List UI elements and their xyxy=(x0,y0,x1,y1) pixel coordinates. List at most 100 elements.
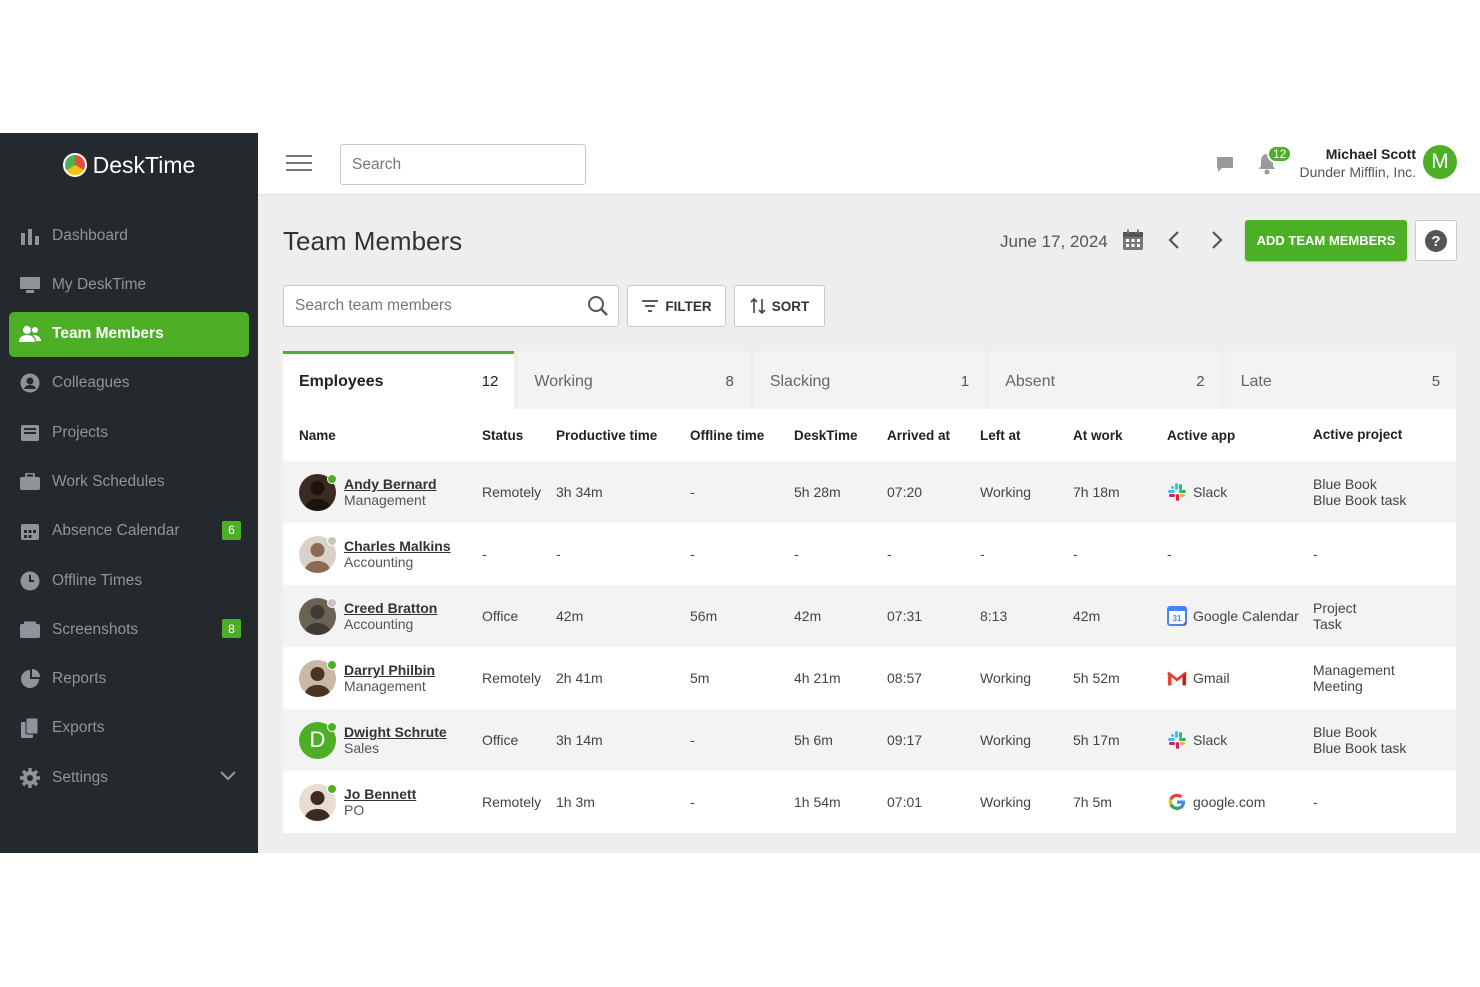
sidebar-item-label: Settings xyxy=(52,768,109,786)
online-status-dot xyxy=(327,783,337,794)
member-name-link[interactable]: Jo Bennett xyxy=(344,786,416,802)
table-row[interactable]: Charles Malkins Accounting - - - - - - - - - xyxy=(283,523,1456,585)
table-row[interactable]: Jo Bennett PO Remotely 1h 3m - 1h 54m 07:01 Wor… xyxy=(283,771,1456,833)
left-at-cell: Working xyxy=(980,484,1032,500)
member-name-link[interactable]: Darryl Philbin xyxy=(344,662,435,678)
offline-time-cell: 56m xyxy=(690,608,718,624)
active-app-cell: 31 Google Calendar xyxy=(1167,606,1313,626)
active-app-cell: Slack xyxy=(1167,482,1313,502)
at-work-cell: 7h 5m xyxy=(1073,794,1112,810)
member-name-link[interactable]: Andy Bernard xyxy=(344,476,437,492)
user-circle-icon xyxy=(19,373,41,393)
column-header: Name xyxy=(299,427,336,443)
sidebar-item-my-desktime[interactable]: My DeskTime xyxy=(9,262,249,307)
project-name: - xyxy=(1313,546,1318,562)
brand[interactable]: DeskTime xyxy=(0,133,258,197)
tab-employees[interactable]: Employees 12 xyxy=(283,351,515,409)
member-info: Creed Bratton Accounting xyxy=(344,600,437,632)
member-name-link[interactable]: Charles Malkins xyxy=(344,538,451,554)
sidebar-item-screenshots[interactable]: Screenshots 8 xyxy=(9,607,249,652)
name-cell: Darryl Philbin Management xyxy=(283,659,482,697)
help-icon: ? xyxy=(1425,229,1447,252)
google-calendar-icon: 31 xyxy=(1167,606,1187,626)
table-row[interactable]: Creed Bratton Accounting Office 42m 56m 42m 07… xyxy=(283,585,1456,647)
gear-icon xyxy=(19,767,41,788)
productive-time-cell: 42m xyxy=(556,608,584,624)
sidebar-item-settings[interactable]: Settings xyxy=(9,755,249,800)
sidebar-item-label: Screenshots xyxy=(52,620,139,638)
tab-label: Absent xyxy=(1005,372,1056,390)
filter-icon xyxy=(642,300,659,312)
member-search-input[interactable] xyxy=(284,286,574,325)
svg-text:?: ? xyxy=(1431,233,1440,250)
sidebar-item-exports[interactable]: Exports xyxy=(9,706,249,751)
chevron-down-icon[interactable] xyxy=(219,769,237,787)
sidebar-item-colleagues[interactable]: Colleagues xyxy=(9,361,249,406)
avatar[interactable] xyxy=(299,659,337,697)
sidebar-item-reports[interactable]: Reports xyxy=(9,657,249,702)
name-cell: Charles Malkins Accounting xyxy=(283,535,482,573)
table-row[interactable]: Andy Bernard Management Remotely 3h 34m - 5h … xyxy=(283,461,1456,523)
avatar[interactable] xyxy=(299,783,337,821)
status-cell: Remotely xyxy=(482,670,542,686)
status-cell: Office xyxy=(482,608,519,624)
menu-toggle-icon[interactable] xyxy=(286,155,312,173)
user-avatar[interactable]: M xyxy=(1423,145,1457,179)
member-info: Andy Bernard Management xyxy=(344,476,437,508)
calendar-picker-icon[interactable] xyxy=(1122,229,1144,251)
add-team-members-button[interactable]: ADD TEAM MEMBERS xyxy=(1245,220,1407,261)
avatar[interactable] xyxy=(299,597,337,635)
sidebar-item-dashboard[interactable]: Dashboard xyxy=(9,213,249,258)
table-row[interactable]: D Dwight Schrute Sales Office 3h 14m -5h 6m 09… xyxy=(283,709,1456,771)
user-info[interactable]: Michael Scott Dunder Mifflin, Inc. xyxy=(1300,145,1416,181)
tab-count: 5 xyxy=(1431,373,1441,390)
avatar[interactable] xyxy=(299,535,337,573)
help-button[interactable]: ? xyxy=(1415,220,1457,261)
tab-label: Employees xyxy=(299,372,384,390)
status-cell: - xyxy=(482,546,487,562)
sidebar-count-badge: 8 xyxy=(222,619,241,639)
column-header: At work xyxy=(1073,427,1123,443)
tab-working[interactable]: Working 8 xyxy=(518,351,750,409)
sort-button[interactable]: SORT xyxy=(734,285,825,327)
sidebar-item-projects[interactable]: Projects xyxy=(9,410,249,455)
productive-time-cell: 2h 41m xyxy=(556,670,603,686)
desktime-cell: 4h 21m xyxy=(794,670,841,686)
tab-slacking[interactable]: Slacking 1 xyxy=(753,351,986,409)
arrived-at-cell: 07:01 xyxy=(887,794,923,810)
search-icon[interactable] xyxy=(587,295,609,317)
filter-button[interactable]: FILTER xyxy=(627,285,726,327)
tab-count: 8 xyxy=(725,373,734,390)
offline-time-cell: - xyxy=(690,732,695,748)
sidebar-item-offline-times[interactable]: Offline Times xyxy=(9,558,249,603)
table-header: Name Status Productive time Offline time Des… xyxy=(283,409,1456,461)
user-name: Michael Scott xyxy=(1325,146,1416,162)
sidebar-item-team-members[interactable]: Team Members xyxy=(9,311,249,357)
member-name-link[interactable]: Dwight Schrute xyxy=(344,724,447,740)
at-work-cell: 7h 18m xyxy=(1073,484,1120,500)
global-search-input[interactable] xyxy=(340,144,586,185)
member-name-link[interactable]: Creed Bratton xyxy=(344,600,437,616)
slack-icon xyxy=(1167,730,1187,750)
member-department: Management xyxy=(344,492,426,508)
tab-absent[interactable]: Absent 2 xyxy=(989,351,1221,409)
arrived-at-cell: 07:31 xyxy=(887,608,923,624)
at-work-cell: 42m xyxy=(1073,608,1101,624)
sidebar-item-label: Offline Times xyxy=(52,571,143,589)
avatar[interactable] xyxy=(299,473,337,511)
briefcase-icon xyxy=(19,472,41,492)
next-day-button[interactable] xyxy=(1207,230,1225,250)
chat-icon[interactable] xyxy=(1215,154,1235,174)
tab-late[interactable]: Late 5 xyxy=(1224,351,1457,409)
left-at-cell: - xyxy=(980,546,985,562)
screenshot-icon xyxy=(19,620,41,640)
sidebar-item-absence-calendar[interactable]: Absence Calendar 6 xyxy=(9,509,249,554)
tab-count: 1 xyxy=(960,373,970,390)
sidebar-item-work-schedules[interactable]: Work Schedules xyxy=(9,459,249,504)
left-at-cell: 8:13 xyxy=(980,608,1008,624)
table-row[interactable]: Darryl Philbin Management Remotely 2h 41m 5m… xyxy=(283,647,1456,709)
task-name: Meeting xyxy=(1313,678,1363,694)
member-department: Management xyxy=(344,678,426,694)
avatar[interactable]: D xyxy=(299,721,337,759)
previous-day-button[interactable] xyxy=(1166,230,1184,250)
